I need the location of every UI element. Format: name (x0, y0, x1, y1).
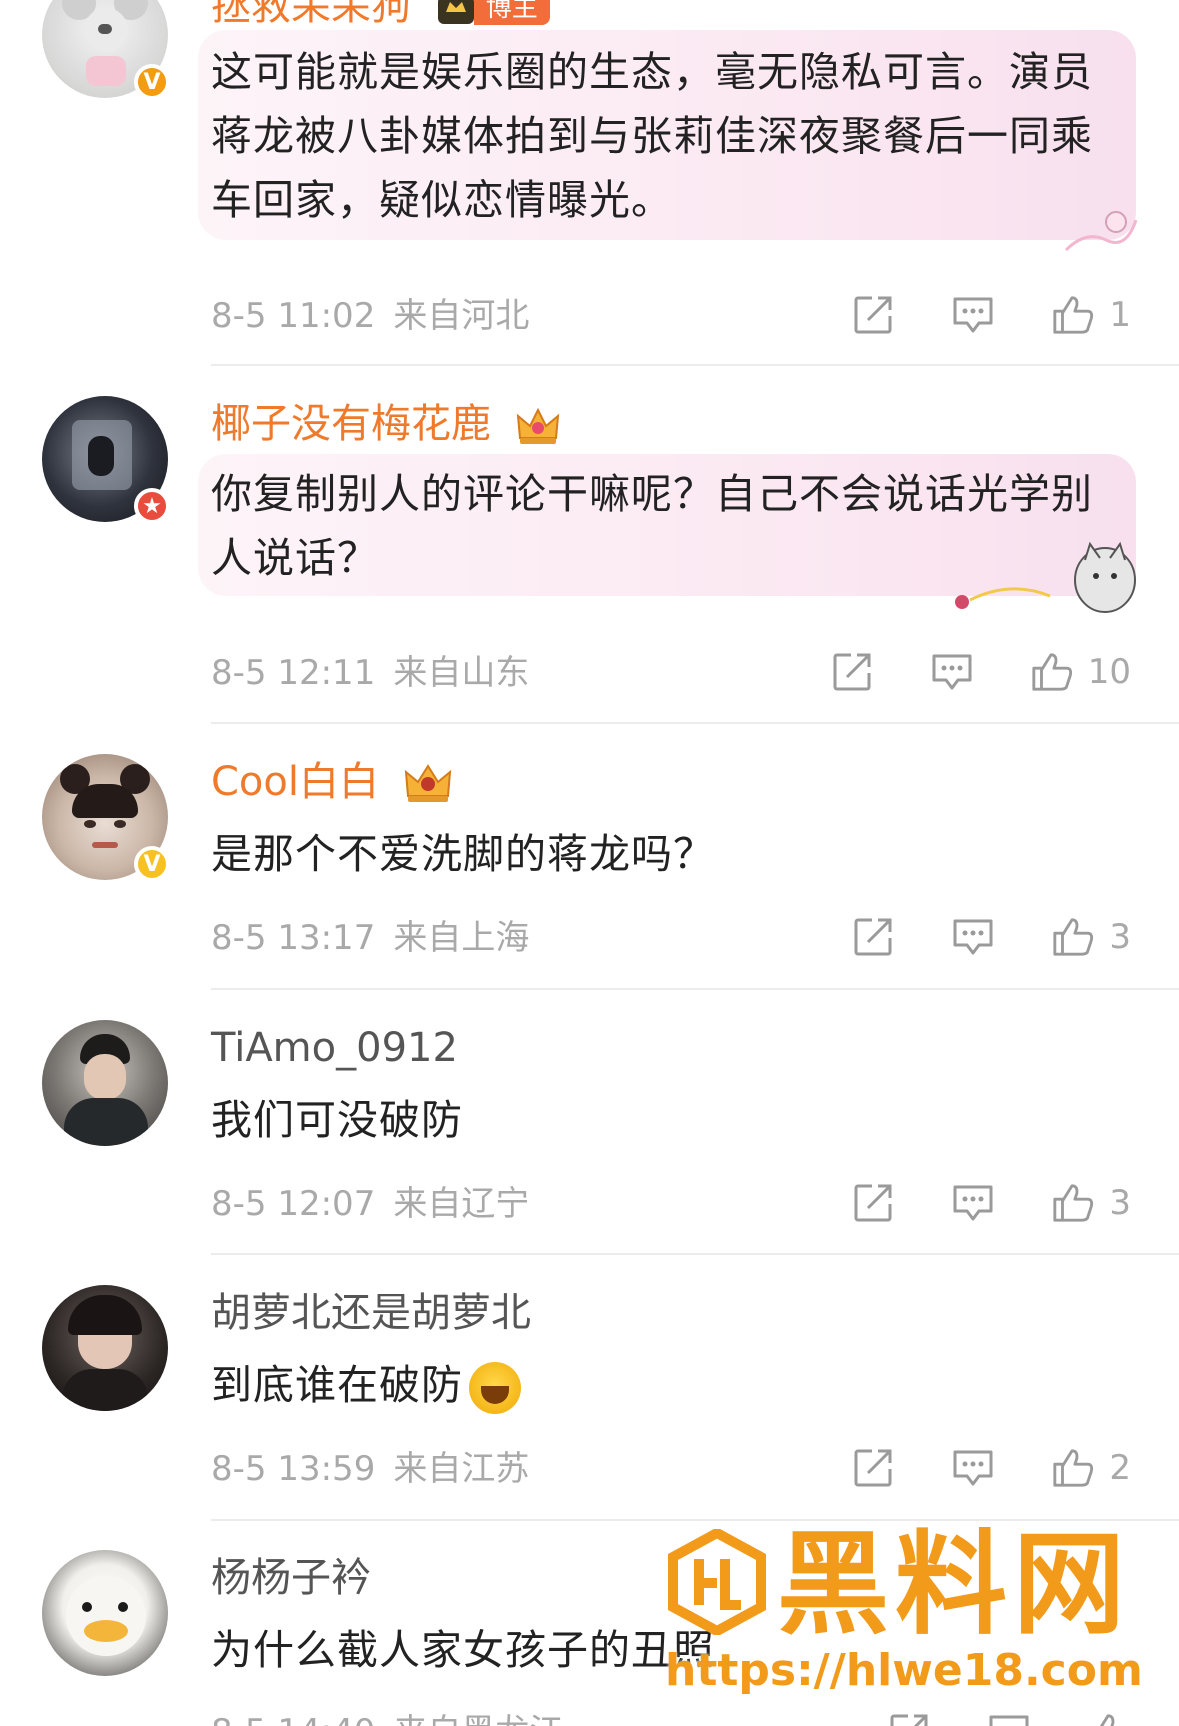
avatar[interactable] (42, 1020, 168, 1146)
divider (211, 988, 1179, 990)
avatar[interactable] (42, 1285, 168, 1411)
comment-text: 到底谁在破防 (211, 1353, 1111, 1417)
thumbs-up-icon[interactable] (1051, 1446, 1095, 1490)
comment-meta: 8-5 13:59 来自江苏 (211, 1449, 529, 1489)
watermark-url: https://hlwe18.com (665, 1645, 1143, 1696)
thumbs-up-icon[interactable] (1051, 1181, 1095, 1225)
comment-meta: 8-5 11:02 来自河北 (211, 296, 529, 336)
avatar[interactable]: V (42, 754, 170, 882)
author-badge: 博主 (436, 0, 550, 26)
divider (211, 364, 1179, 366)
comment-location: 来自辽宁 (393, 1184, 530, 1224)
comment-actions: 3 (795, 1178, 1131, 1228)
comment-date: 8-5 12:11 (211, 653, 376, 693)
username[interactable]: 胡萝北还是胡萝北 (211, 1289, 531, 1337)
watermark-text: 黑料网 (777, 1520, 1131, 1650)
username[interactable]: 拯救呆呆狗 博主 (211, 0, 550, 30)
comment-date: 8-5 13:59 (211, 1449, 376, 1489)
share-icon[interactable] (830, 650, 874, 694)
comment-icon[interactable] (951, 1446, 995, 1490)
watermark-logo-icon (668, 1529, 766, 1635)
avatar[interactable] (42, 1550, 168, 1676)
like-count: 3 (1109, 1183, 1131, 1223)
comment-location: 来自山东 (393, 653, 530, 693)
comment-date: 8-5 13:17 (211, 918, 376, 958)
share-icon[interactable] (851, 1446, 895, 1490)
username[interactable]: 椰子没有梅花鹿 (211, 400, 562, 448)
verified-badge: ★ (134, 488, 170, 524)
thumbs-up-icon[interactable] (1030, 650, 1074, 694)
share-icon[interactable] (851, 1181, 895, 1225)
crown-icon (437, 0, 474, 24)
avatar[interactable]: V (42, 0, 170, 100)
comment-actions: 1 (795, 290, 1131, 340)
comment-location: 来自黑龙江 (393, 1712, 563, 1726)
comment-text: 你复制别人的评论干嘛呢？自己不会说话光学别人说话？ (211, 470, 1093, 582)
comment-icon[interactable] (951, 1181, 995, 1225)
comment-date: 8-5 12:07 (211, 1184, 376, 1224)
verified-badge: V (134, 846, 170, 882)
thumbs-up-icon[interactable] (1051, 293, 1095, 337)
comment-icon[interactable] (951, 915, 995, 959)
crying-laughing-emoji-icon (469, 1362, 521, 1414)
crown-icon (516, 407, 559, 444)
comment-meta: 8-5 12:11 来自山东 (211, 653, 529, 693)
like-count: 2 (1109, 1448, 1131, 1488)
comment-text: 是那个不爱洗脚的蒋龙吗？ (211, 830, 715, 878)
comment-text: 这可能就是娱乐圈的生态，毫无隐私可言。演员蒋龙被八卦媒体拍到与张莉佳深夜聚餐后一… (211, 48, 1093, 224)
share-icon[interactable] (851, 915, 895, 959)
comment-meta: 8-5 12:07 来自辽宁 (211, 1184, 529, 1224)
comment-meta: 8-5 13:17 来自上海 (211, 918, 529, 958)
comment-actions: 2 (795, 1443, 1131, 1493)
comment-actions: 3 (795, 912, 1131, 962)
like-count: 10 (1087, 652, 1131, 692)
username[interactable]: TiAmo_0912 (211, 1024, 458, 1072)
crown-icon (404, 764, 451, 802)
like-count: 3 (1109, 917, 1131, 957)
comment-icon[interactable] (930, 650, 974, 694)
thumbs-up-icon[interactable] (1051, 915, 1095, 959)
comment-text: 我们可没破防 (211, 1096, 463, 1144)
divider (211, 1253, 1179, 1255)
comment-icon[interactable] (951, 293, 995, 337)
comment-meta: 8-5 14:40 来自黑龙江 (211, 1712, 563, 1726)
comment-date: 8-5 11:02 (211, 296, 376, 336)
comment-location: 来自河北 (393, 296, 530, 336)
watermark: 黑料网 https://hlwe18.com (665, 1525, 1145, 1715)
divider (211, 722, 1179, 724)
comment-actions: 10 (774, 647, 1131, 697)
comment-date: 8-5 14:40 (211, 1712, 375, 1726)
share-icon[interactable] (851, 293, 895, 337)
comment-location: 来自江苏 (393, 1449, 530, 1489)
username[interactable]: 杨杨子衿 (211, 1554, 371, 1602)
comment-feed: V 拯救呆呆狗 博主 这可能就是娱乐圈的生态，毫无隐私可言。演员蒋龙被八卦媒体拍… (0, 0, 1179, 1726)
comment-location: 来自上海 (393, 918, 530, 958)
like-count: 1 (1109, 295, 1131, 335)
verified-badge: V (134, 64, 170, 100)
username[interactable]: Cool白白 (211, 758, 454, 806)
avatar[interactable]: ★ (42, 396, 170, 524)
